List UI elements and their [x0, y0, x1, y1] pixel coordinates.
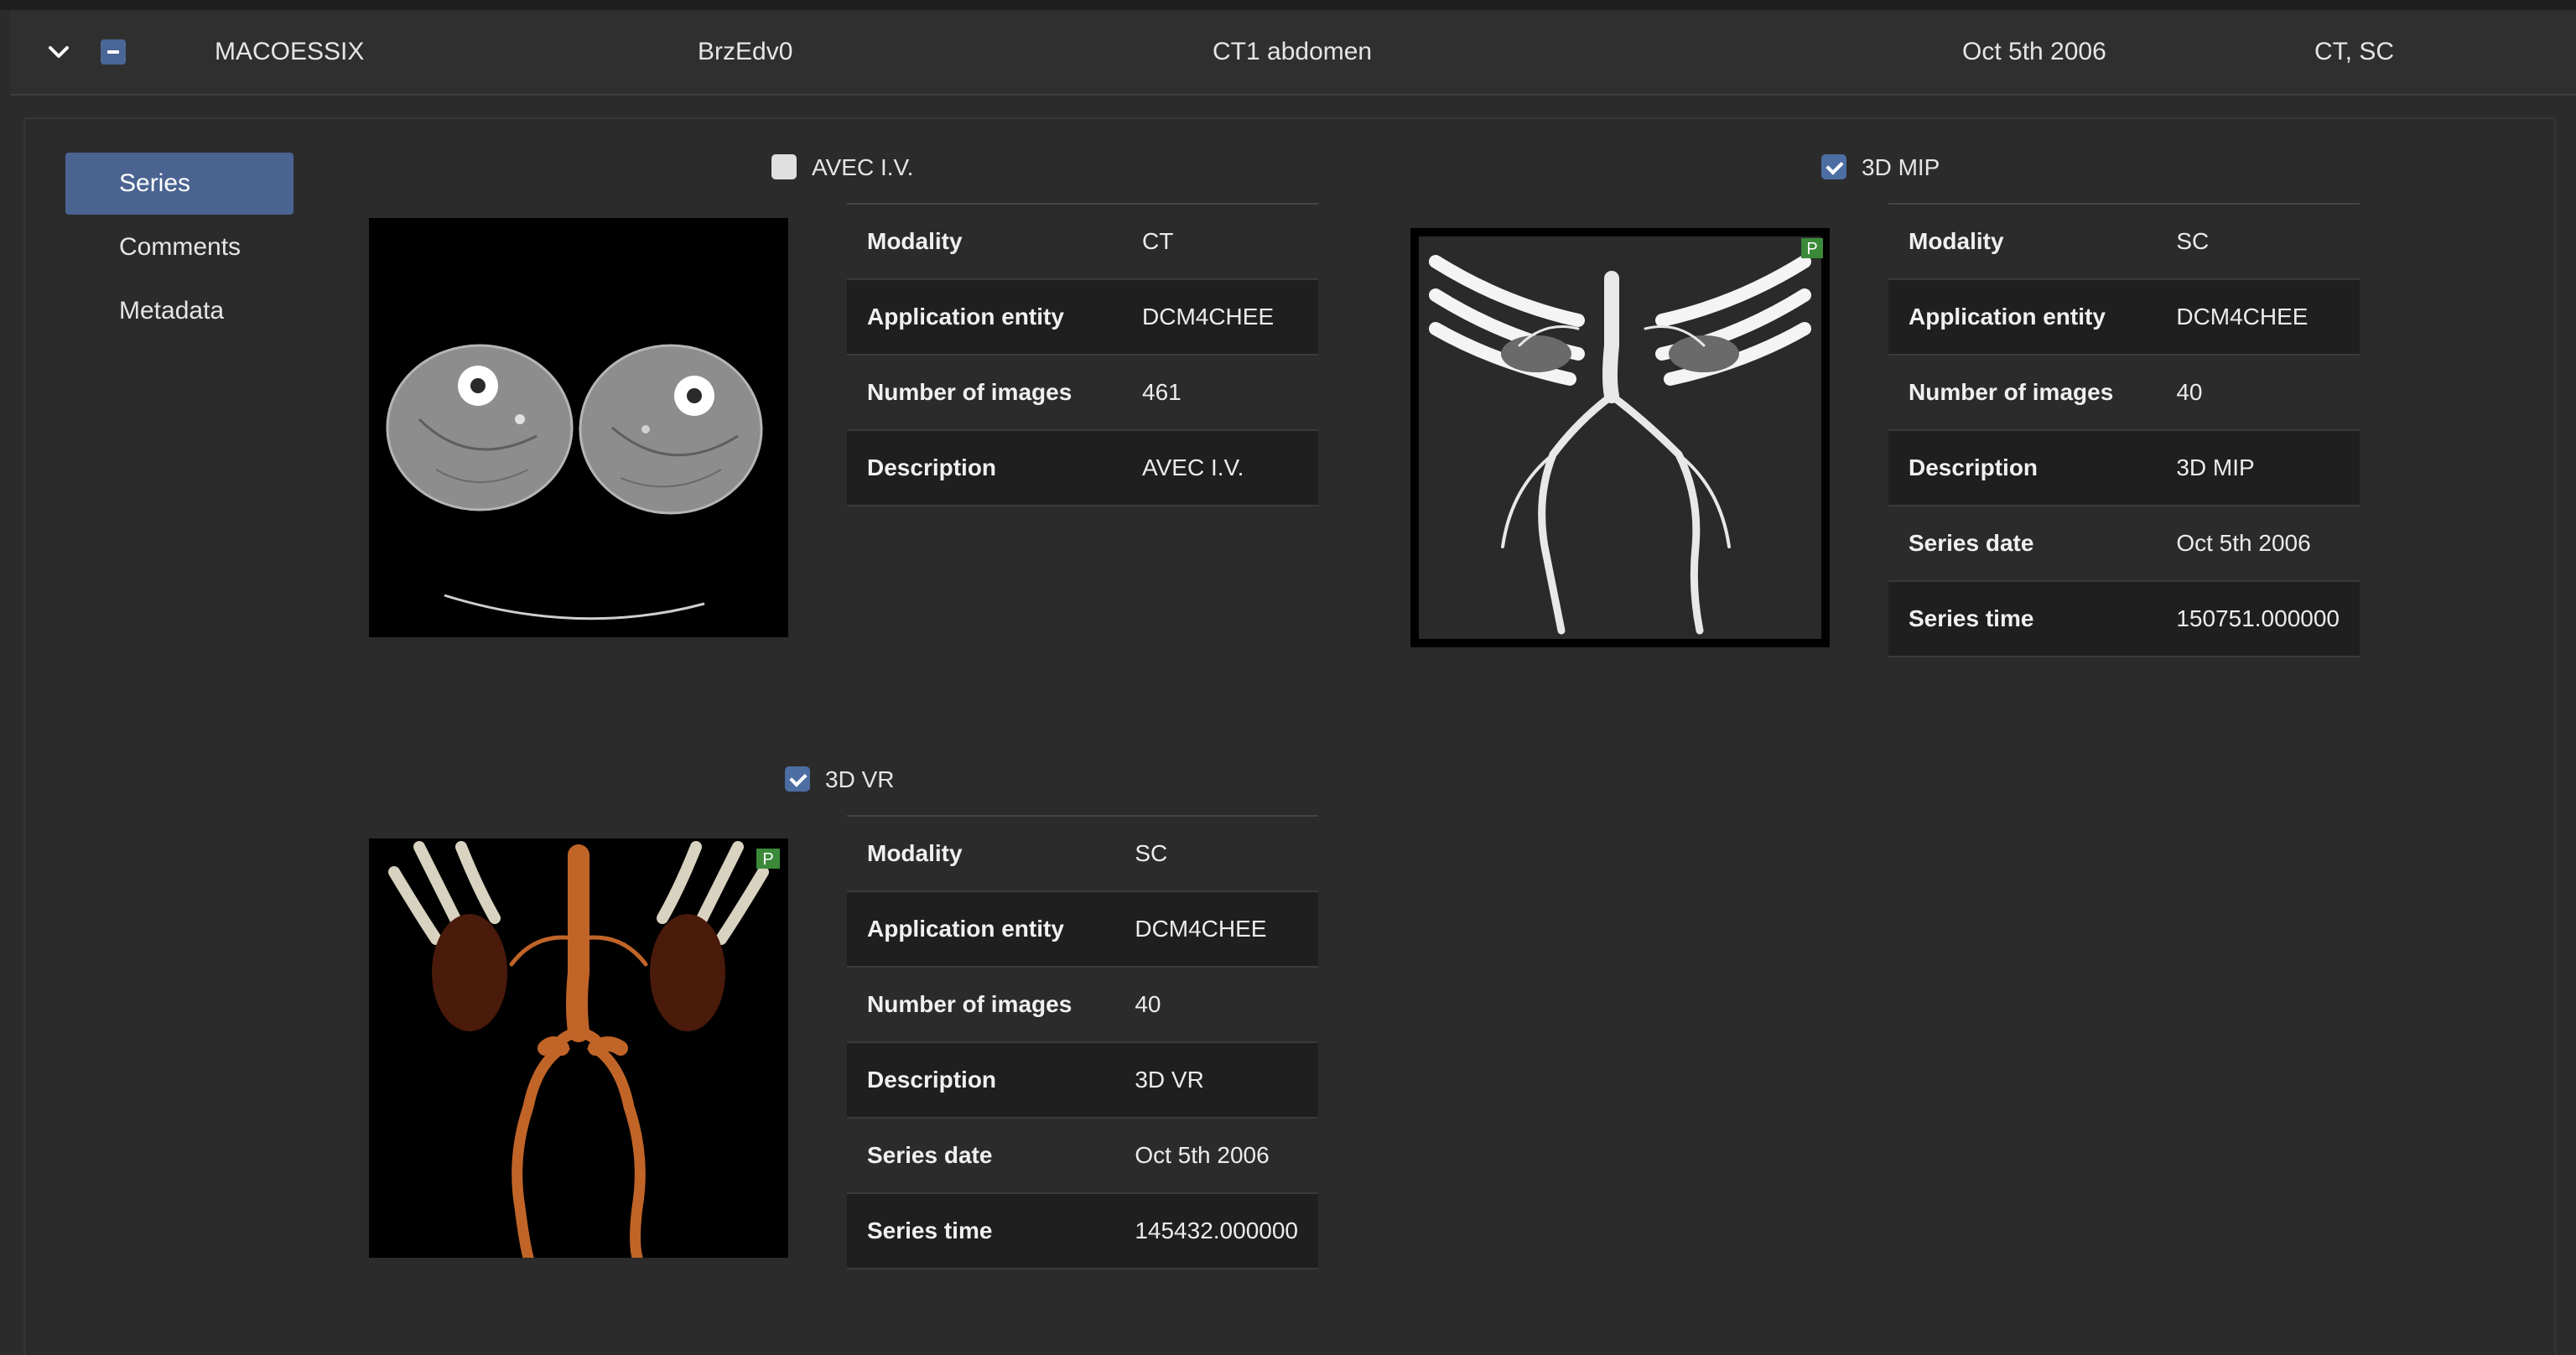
- table-row: Number of images 461: [847, 355, 1318, 431]
- series-title: 3D VR: [825, 766, 895, 792]
- row-value: DCM4CHEE: [1114, 891, 1318, 968]
- table-row: Modality SC: [1888, 204, 2360, 280]
- row-value: SC: [2156, 204, 2360, 280]
- row-value: 3D VR: [1114, 1042, 1318, 1119]
- row-value: SC: [1114, 816, 1318, 892]
- table-row: Number of images 40: [847, 967, 1318, 1043]
- row-key: Modality: [1888, 204, 2157, 280]
- table-row: Number of images 40: [1888, 355, 2360, 431]
- row-key: Modality: [847, 204, 1122, 280]
- series-checkbox[interactable]: [771, 153, 797, 179]
- table-row: Description AVEC I.V.: [847, 430, 1318, 506]
- collapse-minus-icon[interactable]: [101, 39, 126, 65]
- table-row: Application entity DCM4CHEE: [847, 891, 1318, 968]
- series-header[interactable]: AVEC I.V.: [771, 151, 913, 184]
- row-value: AVEC I.V.: [1122, 430, 1318, 506]
- series-title: AVEC I.V.: [812, 154, 914, 180]
- series-metadata-table: Modality SC Application entity DCM4CHEE Nu…: [1888, 203, 2360, 657]
- table-row: Series date Oct 5th 2006: [1888, 506, 2360, 582]
- top-strip: [0, 0, 2576, 10]
- row-key: Application entity: [847, 891, 1115, 968]
- axial-ct-image: [369, 218, 788, 637]
- row-key: Series date: [1888, 506, 2157, 582]
- volume-render-image: P: [369, 838, 788, 1258]
- row-value: DCM4CHEE: [1122, 279, 1318, 356]
- series-title: 3D MIP: [1862, 154, 1940, 180]
- patient-id: BrzEdv0: [698, 38, 793, 65]
- table-row: Series time 145432.000000: [847, 1193, 1318, 1269]
- nav-item-comments[interactable]: Comments: [65, 216, 293, 278]
- table-row: Description 3D MIP: [1888, 430, 2360, 506]
- study-date: Oct 5th 2006: [1962, 38, 2106, 65]
- table-row: Series time 150751.000000: [1888, 581, 2360, 657]
- row-key: Number of images: [1888, 355, 2157, 431]
- patient-name: MACOESSIX: [215, 38, 365, 65]
- series-header[interactable]: 3D MIP: [1821, 151, 1940, 184]
- row-value: 40: [2156, 355, 2360, 431]
- series-thumbnail[interactable]: P: [369, 838, 788, 1258]
- row-key: Number of images: [847, 967, 1115, 1043]
- row-key: Series date: [847, 1118, 1115, 1194]
- row-key: Series time: [1888, 581, 2157, 657]
- nav-item-metadata[interactable]: Metadata: [65, 280, 293, 342]
- table-row: Description 3D VR: [847, 1042, 1318, 1119]
- series-metadata-table: Modality CT Application entity DCM4CHEE Nu…: [847, 203, 1318, 506]
- row-value: 150751.000000: [2156, 581, 2360, 657]
- series-header[interactable]: 3D VR: [785, 763, 894, 797]
- row-value: DCM4CHEE: [2156, 279, 2360, 356]
- row-value: 145432.000000: [1114, 1193, 1318, 1269]
- svg-text:P: P: [1806, 240, 1817, 258]
- row-key: Series time: [847, 1193, 1115, 1269]
- row-key: Number of images: [847, 355, 1122, 431]
- series-checkbox[interactable]: [1821, 153, 1846, 179]
- row-key: Modality: [847, 816, 1115, 892]
- row-key: Description: [1888, 430, 2157, 506]
- row-value: 3D MIP: [2156, 430, 2360, 506]
- row-key: Application entity: [1888, 279, 2157, 356]
- row-value: CT: [1122, 204, 1318, 280]
- row-value: Oct 5th 2006: [1114, 1118, 1318, 1194]
- table-row: Series date Oct 5th 2006: [847, 1118, 1318, 1194]
- series-thumbnail[interactable]: P: [1410, 228, 1830, 647]
- row-key: Description: [847, 430, 1122, 506]
- row-value: 461: [1122, 355, 1318, 431]
- table-row: Modality CT: [847, 204, 1318, 280]
- svg-text:P: P: [762, 850, 773, 869]
- table-row: Application entity DCM4CHEE: [847, 279, 1318, 356]
- row-key: Description: [847, 1042, 1115, 1119]
- row-value: Oct 5th 2006: [2156, 506, 2360, 582]
- series-metadata-table: Modality SC Application entity DCM4CHEE Nu…: [847, 815, 1318, 1269]
- table-row: Modality SC: [847, 816, 1318, 892]
- nav-item-series[interactable]: Series: [65, 153, 293, 215]
- row-value: 40: [1114, 967, 1318, 1043]
- study-description: CT1 abdomen: [1213, 38, 1373, 65]
- detail-nav: Series Comments Metadata: [65, 153, 293, 344]
- series-thumbnail[interactable]: [369, 218, 788, 637]
- study-row[interactable]: MACOESSIX BrzEdv0 CT1 abdomen Oct 5th 20…: [10, 10, 2576, 96]
- study-modalities: CT, SC: [2314, 38, 2395, 65]
- chevron-down-icon[interactable]: [47, 40, 70, 64]
- series-checkbox[interactable]: [785, 766, 810, 792]
- table-row: Application entity DCM4CHEE: [1888, 279, 2360, 356]
- row-key: Application entity: [847, 279, 1122, 356]
- mip-angiography-image: P: [1410, 228, 1830, 647]
- app-frame: MACOESSIX BrzEdv0 CT1 abdomen Oct 5th 20…: [0, 0, 2576, 1355]
